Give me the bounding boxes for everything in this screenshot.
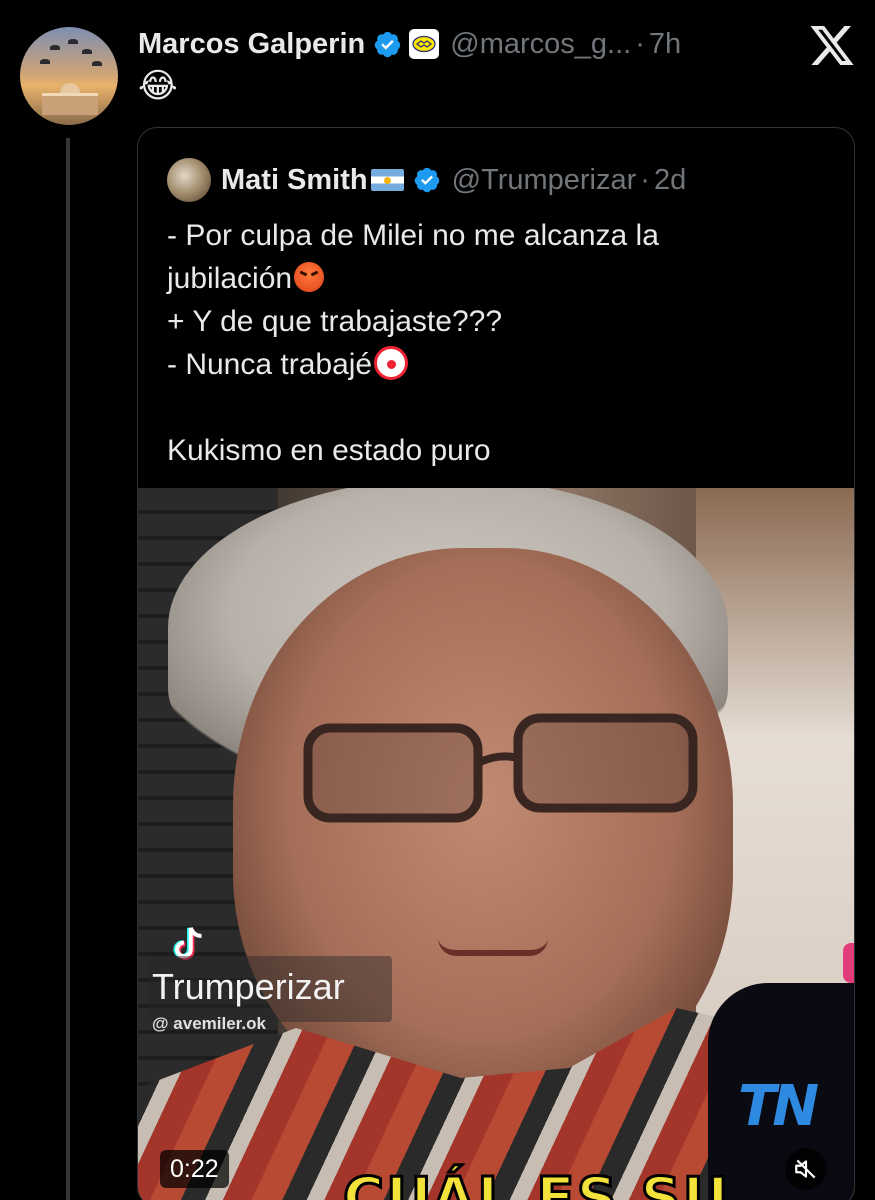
avatar-bird: [82, 49, 92, 54]
mic-logo: TN: [738, 1074, 819, 1139]
avatar-bird: [68, 39, 78, 44]
watermark-text: Trumperizar: [152, 966, 345, 1007]
text-line-content: Kukismo en estado puro: [167, 434, 491, 467]
separator-dot: ·: [635, 27, 645, 60]
video-mouth: [438, 938, 548, 956]
avatar-building: [42, 93, 98, 115]
angry-face-icon: [294, 262, 325, 292]
affiliate-badge-icon[interactable]: [409, 29, 440, 59]
quoted-tweet-header: Mati Smith @Trumperizar · 2d: [167, 158, 686, 202]
avatar-bird: [40, 59, 50, 64]
text-line: jubilación: [167, 257, 827, 300]
handshake-icon: [412, 35, 436, 53]
thread-line: [66, 138, 70, 1200]
author-avatar[interactable]: [20, 27, 118, 125]
author-handle[interactable]: @marcos_g...: [450, 28, 631, 61]
text-line: - Por culpa de Milei no me alcanza la: [167, 214, 827, 257]
x-logo-icon[interactable]: [808, 24, 856, 68]
verified-badge-icon: [414, 167, 439, 193]
argentina-flag-icon: [370, 169, 404, 191]
quoted-tweet-timestamp[interactable]: 2d: [654, 164, 686, 197]
text-line: - Nunca trabajé: [167, 343, 827, 386]
quoted-author-handle[interactable]: @Trumperizar: [452, 164, 637, 197]
mute-button[interactable]: [785, 1148, 827, 1190]
avatar-bird: [92, 61, 102, 66]
text-line-content: - Nunca trabajé: [167, 348, 373, 381]
tweet-header: Marcos Galperin @marcos_g... · 7h: [138, 26, 681, 62]
separator-dot: ·: [640, 163, 650, 196]
text-line-content: jubilación: [167, 262, 293, 295]
mute-icon: [795, 1159, 816, 1179]
tweet-timestamp[interactable]: 7h: [649, 28, 681, 61]
avatar-bird: [50, 45, 60, 50]
video-duration: 0:22: [160, 1150, 229, 1188]
text-line: Kukismo en estado puro: [167, 429, 827, 472]
tweet-text: 😂: [138, 67, 178, 105]
clown-face-icon: [374, 346, 409, 380]
video-player[interactable]: TN Trumperizar @ avemiler.ok CUÁL ES SU …: [138, 488, 854, 1200]
microphone-tip: [843, 943, 854, 983]
quoted-tweet-text: - Por culpa de Milei no me alcanza la ju…: [167, 214, 827, 472]
quoted-tweet-card[interactable]: Mati Smith @Trumperizar · 2d - Por culpa…: [137, 127, 855, 1200]
quoted-author-avatar[interactable]: [167, 158, 211, 202]
watermark-subtext: @ avemiler.ok: [152, 1014, 266, 1033]
quoted-author-name[interactable]: Mati Smith: [221, 164, 368, 197]
verified-badge-icon: [375, 31, 401, 57]
author-name[interactable]: Marcos Galperin: [138, 28, 365, 61]
text-line-content: - Por culpa de Milei no me alcanza la: [167, 219, 659, 252]
glasses-shape: [303, 713, 698, 823]
text-line: + Y de que trabajaste???: [167, 300, 827, 343]
text-line-content: + Y de que trabajaste???: [167, 305, 503, 338]
video-subtitle: CUÁL ES SU: [341, 1165, 731, 1200]
